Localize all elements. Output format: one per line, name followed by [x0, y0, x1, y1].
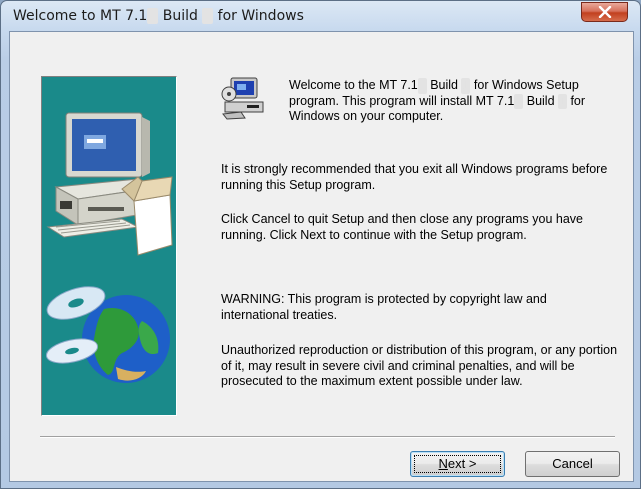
dialog-client-area: Welcome to the MT 7.11 Build 1 for Windo… — [9, 31, 634, 482]
window-title: Welcome to MT 7.11 Build 1 for Windows — [13, 8, 304, 24]
intro-text: Welcome to the MT 7.11 Build 1 for Windo… — [289, 78, 586, 123]
cancel-info-text: Click Cancel to quit Setup and then clos… — [221, 212, 584, 242]
redacted-version: 1 — [147, 8, 159, 24]
setup-computer-icon — [221, 77, 264, 120]
recommend-text: It is strongly recommended that you exit… — [221, 162, 608, 192]
setup-illustration — [41, 76, 177, 416]
computer-globe-cd-illustration — [45, 112, 173, 383]
close-icon — [598, 6, 612, 18]
close-button[interactable] — [581, 2, 628, 22]
button-separator — [40, 436, 615, 438]
redacted-build: 1 — [202, 8, 214, 24]
warning-text: WARNING: This program is protected by co… — [221, 292, 547, 322]
setup-window: Welcome to MT 7.11 Build 1 for Windows W… — [0, 0, 641, 489]
next-button[interactable]: Next > — [410, 451, 505, 477]
unauthorized-text: Unauthorized reproduction or distributio… — [221, 343, 618, 388]
title-bar[interactable]: Welcome to MT 7.11 Build 1 for Windows — [1, 1, 640, 31]
cancel-button[interactable]: Cancel — [525, 451, 620, 477]
